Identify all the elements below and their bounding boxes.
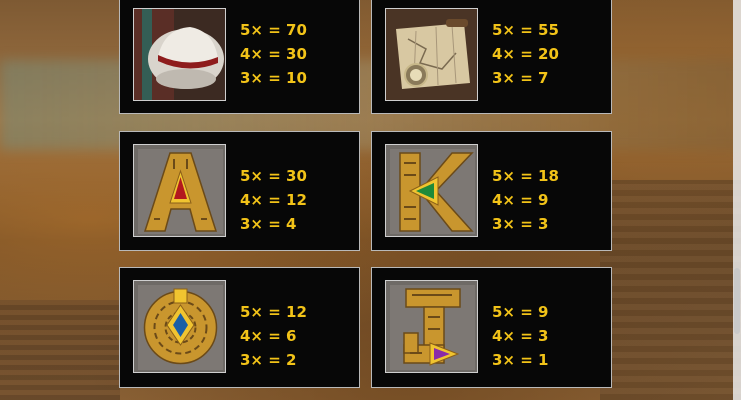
map-icon bbox=[385, 8, 478, 101]
payout-4x: 4× = 12 bbox=[240, 191, 307, 209]
payout-list: 5× = 30 4× = 12 3× = 4 bbox=[240, 164, 350, 236]
paytable-panel-map: 5× = 55 4× = 20 3× = 7 bbox=[371, 0, 612, 114]
payout-3x: 3× = 7 bbox=[492, 69, 549, 87]
payout-3x: 3× = 2 bbox=[240, 351, 297, 369]
payout-4x: 4× = 6 bbox=[240, 327, 297, 345]
letter-k-icon bbox=[385, 144, 478, 237]
payout-3x: 3× = 1 bbox=[492, 351, 549, 369]
payout-4x: 4× = 30 bbox=[240, 45, 307, 63]
paytable-panel-j: 5× = 9 4× = 3 3× = 1 bbox=[371, 267, 612, 388]
payout-3x: 3× = 4 bbox=[240, 215, 297, 233]
payout-5x: 5× = 12 bbox=[240, 303, 307, 321]
payout-4x: 4× = 3 bbox=[492, 327, 549, 345]
payout-3x: 3× = 10 bbox=[240, 69, 307, 87]
letter-a-icon bbox=[133, 144, 226, 237]
payout-list: 5× = 55 4× = 20 3× = 7 bbox=[492, 18, 602, 90]
payout-5x: 5× = 70 bbox=[240, 21, 307, 39]
paytable-panel-q: 5× = 12 4× = 6 3× = 2 bbox=[119, 267, 360, 388]
payout-4x: 4× = 9 bbox=[492, 191, 549, 209]
hat-icon bbox=[133, 8, 226, 101]
payout-5x: 5× = 9 bbox=[492, 303, 549, 321]
paytable-panel-hat: 5× = 70 4× = 30 3× = 10 bbox=[119, 0, 360, 114]
paytable-panel-a: 5× = 30 4× = 12 3× = 4 bbox=[119, 131, 360, 251]
paytable-panel-k: 5× = 18 4× = 9 3× = 3 bbox=[371, 131, 612, 251]
payout-list: 5× = 70 4× = 30 3× = 10 bbox=[240, 18, 350, 90]
payout-4x: 4× = 20 bbox=[492, 45, 559, 63]
payout-list: 5× = 18 4× = 9 3× = 3 bbox=[492, 164, 602, 236]
letter-j-icon bbox=[385, 280, 478, 373]
scrollbar-thumb[interactable] bbox=[734, 268, 740, 334]
letter-q-icon bbox=[133, 280, 226, 373]
background-ruins bbox=[600, 180, 741, 400]
payout-list: 5× = 9 4× = 3 3× = 1 bbox=[492, 300, 602, 372]
payout-5x: 5× = 18 bbox=[492, 167, 559, 185]
payout-5x: 5× = 30 bbox=[240, 167, 307, 185]
scrollbar[interactable] bbox=[733, 0, 741, 400]
payout-5x: 5× = 55 bbox=[492, 21, 559, 39]
background-ruins-left bbox=[0, 300, 120, 400]
payout-3x: 3× = 3 bbox=[492, 215, 549, 233]
payout-list: 5× = 12 4× = 6 3× = 2 bbox=[240, 300, 350, 372]
